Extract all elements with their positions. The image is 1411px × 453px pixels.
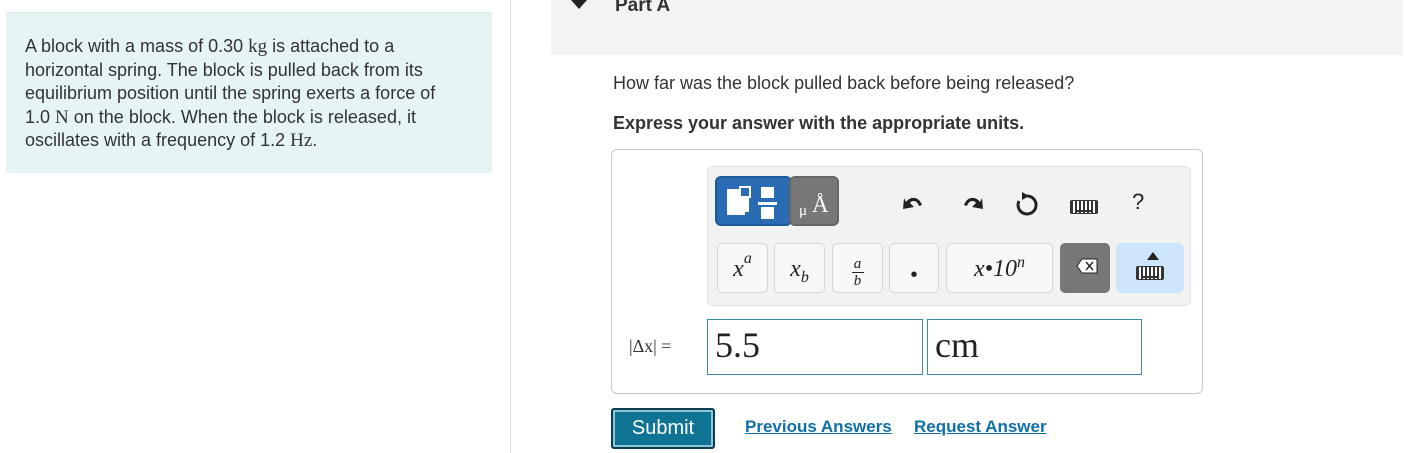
question-text: How far was the block pulled back before…: [613, 73, 1075, 93]
submit-button[interactable]: Submit: [611, 408, 715, 449]
key-subscript: b: [800, 269, 809, 286]
answer-label-text: |Δx| =: [629, 336, 672, 356]
math-toolbar: μ Å ? xa xb a b • x•10n: [707, 166, 1191, 306]
backspace-icon: [1076, 258, 1098, 274]
problem-line-4: 1.0 N on the block. When the block is re…: [25, 106, 474, 130]
part-header[interactable]: Part A: [551, 0, 1403, 55]
answer-label: |Δx| =: [629, 336, 671, 357]
units-angstrom-glyph: Å: [812, 192, 829, 217]
problem-line-1: A block with a mass of 0.30 kg is attach…: [25, 35, 474, 59]
unit-input[interactable]: cm: [927, 319, 1142, 375]
templates-button[interactable]: [715, 176, 792, 226]
units-button[interactable]: μ Å: [789, 176, 839, 226]
key-base: x: [790, 256, 801, 282]
help-icon[interactable]: ?: [1132, 189, 1144, 215]
template-dot-icon: [745, 212, 750, 217]
key-sci-base: x•10: [973, 256, 1018, 282]
frequency-unit: Hz: [290, 130, 313, 151]
redo-icon[interactable]: [959, 191, 985, 220]
mass-unit: kg: [248, 36, 268, 57]
subscript-key[interactable]: xb: [774, 243, 825, 293]
problem-line-3: equilibrium position until the spring ex…: [25, 83, 436, 103]
template-block-icon: [761, 187, 774, 198]
key-exponent: a: [743, 250, 752, 267]
template-block-icon: [761, 207, 774, 219]
panel-divider: [510, 0, 511, 453]
units-mu-glyph: μ: [799, 203, 808, 219]
problem-text: on the block. When the block is released…: [68, 106, 416, 127]
reset-icon[interactable]: [1013, 191, 1041, 224]
keyboard-icon[interactable]: [1070, 200, 1098, 214]
scientific-notation-key[interactable]: x•10n: [946, 243, 1053, 293]
fraction-key[interactable]: a b: [832, 243, 883, 293]
answer-box: μ Å ? xa xb a b • x•10n |Δx| = 5.5 cm: [611, 149, 1203, 394]
instruction-text: Express your answer with the appropriate…: [613, 113, 1025, 133]
template-box-icon: [739, 186, 751, 198]
previous-answers-link[interactable]: Previous Answers: [745, 417, 892, 437]
key-denominator: b: [853, 273, 862, 289]
superscript-key[interactable]: xa: [717, 243, 768, 293]
request-answer-link[interactable]: Request Answer: [914, 417, 1047, 437]
key-sci-exp: n: [1017, 254, 1026, 271]
value-input[interactable]: 5.5: [707, 319, 923, 375]
collapse-caret-icon[interactable]: [571, 0, 587, 9]
part-title: Part A: [615, 0, 671, 16]
template-bar-icon: [758, 202, 777, 205]
dot-key[interactable]: •: [889, 243, 939, 293]
key-base: x: [733, 256, 744, 282]
problem-text: A block with a mass of 0.30: [25, 36, 249, 56]
key-dot-glyph: •: [910, 264, 918, 286]
problem-text: oscillates with a frequency of 1.2: [25, 130, 291, 150]
keyboard-icon: [1136, 266, 1164, 280]
undo-icon[interactable]: [901, 191, 927, 220]
problem-line-2: horizontal spring. The block is pulled b…: [25, 59, 423, 80]
backspace-key[interactable]: [1060, 243, 1110, 293]
problem-line-5: oscillates with a frequency of 1.2 Hz.: [25, 129, 474, 153]
problem-statement: A block with a mass of 0.30 kg is attach…: [6, 12, 492, 173]
problem-text: is attached to a: [267, 36, 395, 56]
force-unit: N: [55, 106, 69, 128]
problem-text: .: [312, 130, 318, 150]
problem-text: 1.0: [25, 106, 56, 127]
key-numerator: a: [853, 256, 862, 272]
chevron-up-icon: [1147, 252, 1159, 260]
toggle-keyboard-key[interactable]: [1116, 243, 1184, 293]
